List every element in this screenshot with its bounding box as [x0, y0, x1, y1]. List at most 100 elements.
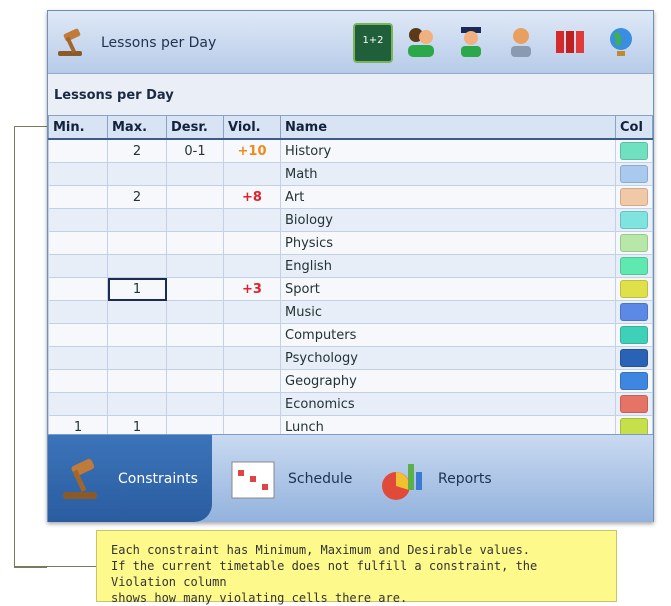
- color-swatch[interactable]: [620, 303, 648, 321]
- table-row[interactable]: Computers: [48, 323, 653, 347]
- table-row[interactable]: 2 +8 Art: [48, 185, 653, 209]
- cell-min[interactable]: [48, 369, 108, 393]
- tab-reports[interactable]: Reports: [368, 435, 492, 522]
- cell-color[interactable]: [615, 392, 653, 416]
- books-icon[interactable]: [553, 23, 589, 59]
- math-board-icon[interactable]: 1+2: [353, 23, 393, 63]
- cell-min[interactable]: [48, 346, 108, 370]
- cell-max[interactable]: 2: [107, 138, 167, 163]
- cell-name: Physics: [280, 231, 616, 255]
- color-swatch[interactable]: [620, 165, 648, 183]
- color-swatch[interactable]: [620, 349, 648, 367]
- table-row[interactable]: Biology: [48, 208, 653, 232]
- color-swatch[interactable]: [620, 188, 648, 206]
- table-row[interactable]: 1 +3 Sport: [48, 277, 653, 301]
- color-swatch[interactable]: [620, 372, 648, 390]
- callout-line-1: Each constraint has Minimum, Maximum and…: [111, 543, 531, 557]
- cell-color[interactable]: [615, 277, 653, 301]
- cell-max[interactable]: [107, 346, 167, 370]
- cell-color[interactable]: [615, 138, 653, 163]
- cell-viol: +8: [223, 185, 281, 209]
- cell-min[interactable]: [48, 185, 108, 209]
- col-color[interactable]: Col: [615, 115, 653, 140]
- cell-max[interactable]: [107, 369, 167, 393]
- cell-desr[interactable]: [166, 208, 224, 232]
- col-viol[interactable]: Viol.: [223, 115, 281, 140]
- cell-min[interactable]: [48, 300, 108, 324]
- table-row[interactable]: Music: [48, 300, 653, 324]
- cell-color[interactable]: [615, 346, 653, 370]
- cell-desr[interactable]: [166, 277, 224, 301]
- callout-line-2: If the current timetable does not fulfil…: [111, 559, 538, 589]
- cell-color[interactable]: [615, 231, 653, 255]
- cell-name: Computers: [280, 323, 616, 347]
- cell-max[interactable]: [107, 162, 167, 186]
- color-swatch[interactable]: [620, 280, 648, 298]
- cell-min[interactable]: [48, 162, 108, 186]
- cell-min[interactable]: [48, 138, 108, 163]
- cell-min[interactable]: [48, 254, 108, 278]
- table-row[interactable]: Economics: [48, 392, 653, 416]
- globe-icon[interactable]: [603, 23, 639, 59]
- cell-desr[interactable]: [166, 392, 224, 416]
- cell-name: Music: [280, 300, 616, 324]
- callout-bracket-line: [14, 566, 96, 567]
- table-row[interactable]: English: [48, 254, 653, 278]
- color-swatch[interactable]: [620, 257, 648, 275]
- tab-schedule[interactable]: Schedule: [218, 435, 352, 522]
- cell-color[interactable]: [615, 185, 653, 209]
- cell-desr[interactable]: [166, 185, 224, 209]
- cell-desr[interactable]: [166, 254, 224, 278]
- color-swatch[interactable]: [620, 326, 648, 344]
- color-swatch[interactable]: [620, 395, 648, 413]
- teachers-icon[interactable]: [403, 23, 439, 59]
- tab-constraints[interactable]: Constraints: [48, 435, 212, 522]
- cell-max[interactable]: [107, 323, 167, 347]
- cell-desr[interactable]: [166, 346, 224, 370]
- cell-color[interactable]: [615, 323, 653, 347]
- cell-min[interactable]: [48, 392, 108, 416]
- table-row[interactable]: Physics: [48, 231, 653, 255]
- teacher-icon[interactable]: [503, 23, 539, 59]
- cell-max[interactable]: [107, 231, 167, 255]
- table-row[interactable]: Geography: [48, 369, 653, 393]
- cell-min[interactable]: [48, 231, 108, 255]
- cell-color[interactable]: [615, 300, 653, 324]
- col-max[interactable]: Max.: [107, 115, 167, 140]
- cell-desr[interactable]: [166, 323, 224, 347]
- cell-min[interactable]: [48, 323, 108, 347]
- cell-desr[interactable]: [166, 300, 224, 324]
- cell-color[interactable]: [615, 162, 653, 186]
- cell-viol: [223, 300, 281, 324]
- cell-name: Geography: [280, 369, 616, 393]
- cell-max[interactable]: [107, 392, 167, 416]
- table-row[interactable]: 2 0-1 +10 History: [48, 138, 653, 163]
- color-swatch[interactable]: [620, 142, 648, 160]
- cell-color[interactable]: [615, 208, 653, 232]
- cell-viol: [223, 231, 281, 255]
- cell-desr[interactable]: [166, 231, 224, 255]
- constraints-table: Min. Max. Desr. Viol. Name Col 2 0-1 +10 Hi…: [48, 115, 653, 439]
- cell-max[interactable]: [107, 208, 167, 232]
- info-callout: Each constraint has Minimum, Maximum and…: [96, 530, 617, 605]
- cell-max[interactable]: 2: [107, 185, 167, 209]
- cell-desr[interactable]: [166, 162, 224, 186]
- cell-min[interactable]: [48, 277, 108, 301]
- table-row[interactable]: Psychology: [48, 346, 653, 370]
- table-row[interactable]: Math: [48, 162, 653, 186]
- col-name[interactable]: Name: [280, 115, 616, 140]
- col-desr[interactable]: Desr.: [166, 115, 224, 140]
- cell-desr[interactable]: 0-1: [166, 138, 224, 163]
- cell-max[interactable]: 1: [107, 277, 167, 301]
- graduate-icon[interactable]: [453, 23, 489, 59]
- color-swatch[interactable]: [620, 234, 648, 252]
- col-min[interactable]: Min.: [48, 115, 108, 140]
- cell-max[interactable]: [107, 300, 167, 324]
- cell-max[interactable]: [107, 254, 167, 278]
- cell-name: Art: [280, 185, 616, 209]
- cell-color[interactable]: [615, 369, 653, 393]
- cell-desr[interactable]: [166, 369, 224, 393]
- cell-min[interactable]: [48, 208, 108, 232]
- color-swatch[interactable]: [620, 211, 648, 229]
- cell-color[interactable]: [615, 254, 653, 278]
